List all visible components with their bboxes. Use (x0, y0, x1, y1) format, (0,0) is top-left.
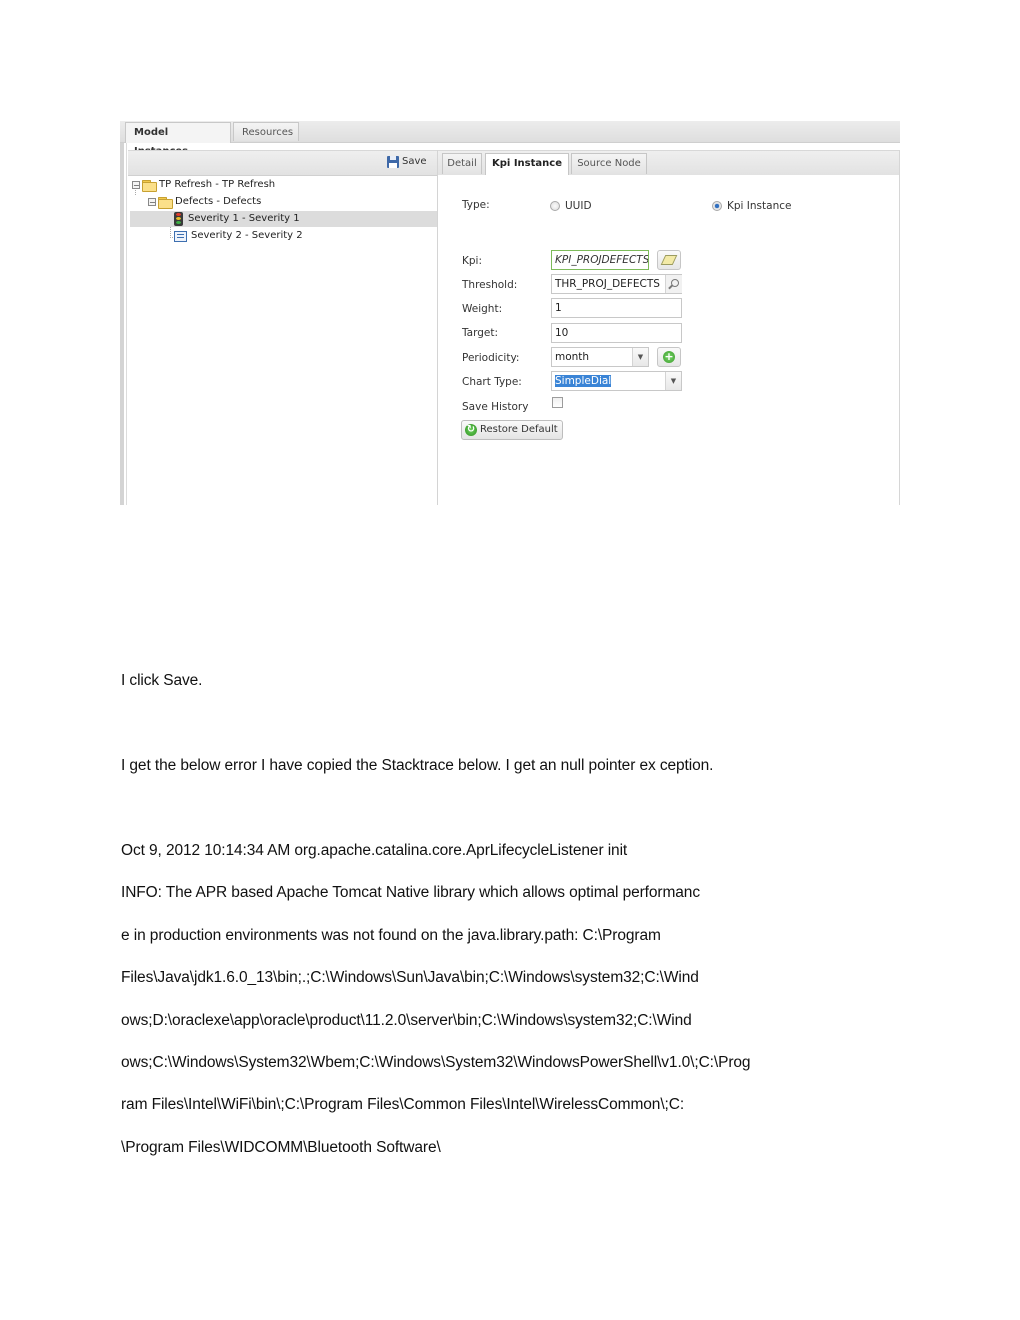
radio-icon[interactable] (550, 201, 560, 211)
tree-node-label: Severity 2 - Severity 2 (191, 230, 303, 241)
radio-label: UUID (565, 200, 592, 212)
threshold-input[interactable]: THR_PROJ_DEFECTS (551, 274, 682, 294)
list-icon (174, 230, 187, 242)
search-icon[interactable] (665, 275, 682, 293)
kpi-input[interactable]: KPI_PROJDEFECTS (551, 250, 649, 270)
type-label: Type: (462, 199, 490, 211)
clear-kpi-button[interactable] (657, 250, 681, 270)
plus-icon: + (663, 350, 675, 363)
folder-icon (142, 179, 157, 192)
tree-node-severity-1[interactable]: Severity 1 - Severity 1 (130, 211, 437, 227)
weight-label: Weight: (462, 303, 503, 315)
threshold-value: THR_PROJ_DEFECTS (555, 278, 660, 290)
stacktrace-line: \Program Files\WIDCOMM\Bluetooth Softwar… (121, 1139, 441, 1156)
stacktrace-line: Oct 9, 2012 10:14:34 AM org.apache.catal… (121, 842, 628, 859)
kpi-instance-form: Type: UUID Kpi Instance Kpi: KPI_PROJDEF… (438, 175, 899, 505)
stacktrace-line: ows;C:\Windows\System32\Wbem;C:\Windows\… (121, 1054, 751, 1071)
restore-default-button[interactable]: ↻ Restore Default (461, 420, 563, 440)
tree-node-severity-2[interactable]: Severity 2 - Severity 2 (174, 228, 303, 244)
chevron-down-icon[interactable]: ▼ (632, 348, 648, 366)
kpi-label: Kpi: (462, 255, 483, 267)
tree-node-label: Defects - Defects (175, 196, 262, 207)
save-label: Save (402, 156, 427, 167)
collapse-icon[interactable]: − (132, 181, 140, 190)
folder-icon (158, 196, 173, 209)
doc-paragraph: I click Save. (121, 672, 203, 689)
save-button[interactable]: Save (387, 153, 427, 171)
periodicity-label: Periodicity: (462, 352, 520, 364)
content-panel: Save − TP Refresh - TP Refresh − Defects… (128, 150, 900, 505)
save-history-label: Save History (462, 401, 529, 413)
threshold-label: Threshold: (462, 279, 518, 291)
outer-tab-bar: Model Instances Resources (120, 121, 900, 157)
stacktrace-line: Files\Java\jdk1.6.0_13\bin;.;C:\Windows\… (121, 969, 699, 986)
tab-source-node[interactable]: Source Node (571, 153, 647, 174)
tree-node-label: Severity 1 - Severity 1 (188, 213, 300, 224)
chart-type-label: Chart Type: (462, 376, 522, 388)
tree-pane: Save − TP Refresh - TP Refresh − Defects… (128, 150, 438, 505)
target-label: Target: (462, 327, 499, 339)
left-rail (120, 121, 124, 505)
stacktrace-line: ram Files\Intel\WiFi\bin\;C:\Program Fil… (121, 1096, 685, 1113)
tree-node-defects[interactable]: − Defects - Defects (148, 194, 261, 210)
type-radio-uuid[interactable]: UUID (550, 200, 592, 212)
tree-node-label: TP Refresh - TP Refresh (159, 179, 276, 190)
radio-label: Kpi Instance (727, 200, 792, 212)
app-screenshot: Model Instances Resources Save − TP Refr… (120, 121, 900, 505)
doc-paragraph: I get the below error I have copied the … (121, 757, 714, 774)
stacktrace-line: e in production environments was not fou… (121, 927, 661, 944)
traffic-light-icon (174, 212, 183, 226)
chart-type-value: SimpleDial (555, 375, 612, 387)
tab-kpi-instance[interactable]: Kpi Instance (485, 153, 569, 175)
weight-input[interactable]: 1 (551, 298, 682, 318)
stacktrace-line: INFO: The APR based Apache Tomcat Native… (121, 884, 700, 901)
refresh-icon: ↻ (465, 424, 477, 436)
tree-node-tp-refresh[interactable]: − TP Refresh - TP Refresh (132, 177, 275, 193)
chevron-down-icon[interactable]: ▼ (665, 372, 681, 390)
collapse-icon[interactable]: − (148, 198, 156, 207)
tab-detail[interactable]: Detail (442, 153, 482, 174)
stacktrace-line: ows;D:\oraclexe\app\oracle\product\11.2.… (121, 1012, 692, 1029)
radio-selected-icon[interactable] (712, 201, 722, 211)
tab-resources[interactable]: Resources (233, 122, 299, 141)
save-history-checkbox[interactable] (552, 397, 563, 408)
periodicity-select[interactable]: month ▼ (551, 347, 649, 367)
target-input[interactable]: 10 (551, 323, 682, 343)
eraser-icon (660, 255, 678, 265)
periodicity-value: month (555, 351, 590, 363)
floppy-disk-icon (387, 156, 399, 168)
chart-type-select[interactable]: SimpleDial ▼ (551, 371, 682, 391)
type-radio-kpi-instance[interactable]: Kpi Instance (712, 200, 791, 212)
divider (126, 143, 127, 505)
tab-model-instances[interactable]: Model Instances (125, 122, 231, 157)
restore-default-label: Restore Default (480, 424, 558, 435)
add-periodicity-button[interactable]: + (657, 347, 681, 367)
